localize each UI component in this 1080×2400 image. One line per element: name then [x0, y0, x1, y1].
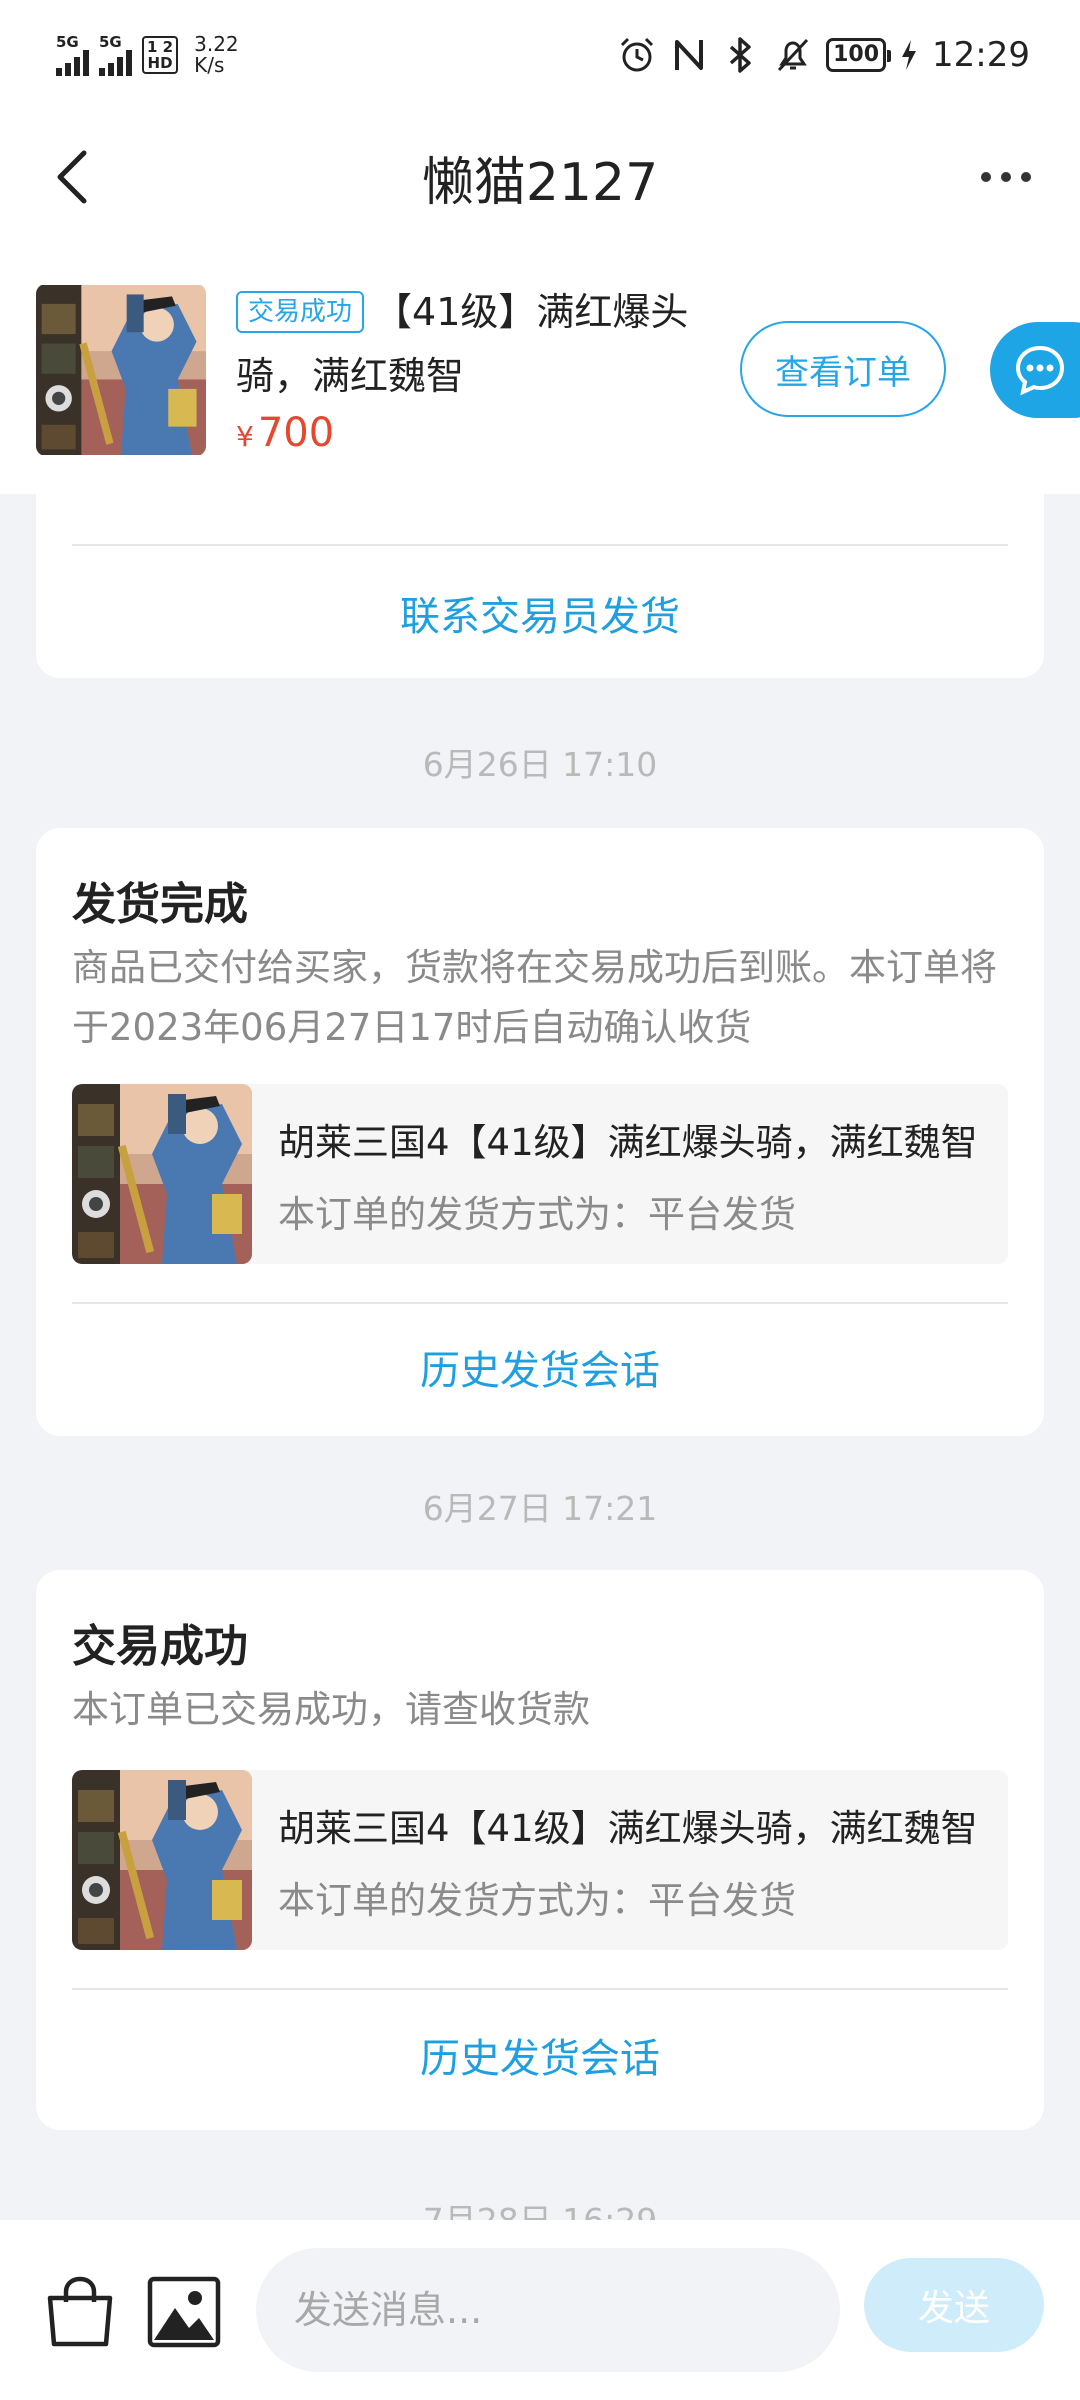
chevron-left-icon	[57, 150, 87, 204]
charging-icon	[900, 36, 918, 74]
more-options-button[interactable]	[968, 144, 1044, 210]
mute-icon	[774, 36, 812, 74]
signal-2-label: 5G	[99, 32, 122, 51]
item-name: 胡莱三国4【41级】满红爆头骑，满红魏智	[278, 1807, 978, 1850]
order-price: ¥700	[236, 408, 736, 462]
card-description: 本订单已交易成功，请查收货款	[72, 1688, 590, 1731]
trade-success-card: 交易成功 本订单已交易成功，请查收货款 胡莱三国4【41级】满红爆头骑，满红魏智…	[36, 1570, 1044, 2130]
message-timestamp: 6月26日 17:10	[422, 745, 658, 784]
more-dots-icon	[981, 172, 991, 182]
order-title-line: 交易成功 【41级】满红爆头骑，满红魏智	[236, 280, 736, 408]
item-thumbnail	[72, 1084, 252, 1264]
message-timestamp: 6月27日 17:21	[422, 1489, 658, 1528]
item-preview[interactable]: 胡莱三国4【41级】满红爆头骑，满红魏智 本订单的发货方式为：平台发货	[72, 1084, 1008, 1264]
card-description: 商品已交付给买家，货款将在交易成功后到账。本订单将于2023年06月27日17时…	[72, 946, 997, 1049]
signal-strength-icon: 5G	[99, 32, 132, 76]
price-currency: ¥	[236, 420, 254, 453]
card-divider	[72, 544, 1008, 546]
network-speed-unit: K/s	[194, 53, 225, 77]
item-preview[interactable]: 胡莱三国4【41级】满红爆头骑，满红魏智 本订单的发货方式为：平台发货	[72, 1770, 1008, 1950]
view-order-button[interactable]: 查看订单	[740, 321, 946, 417]
nfc-icon	[670, 36, 708, 74]
message-composer: 发送	[0, 2220, 1080, 2400]
card-divider	[72, 1988, 1008, 1990]
message-input[interactable]	[256, 2248, 840, 2372]
item-thumbnail	[72, 1770, 252, 1950]
clock-time: 12:29	[932, 35, 1030, 75]
item-name: 胡莱三国4【41级】满红爆头骑，满红魏智	[278, 1121, 978, 1164]
hd-voice-icon: 1 2 HD	[142, 36, 179, 74]
network-speed: 3.22 K/s	[194, 34, 239, 76]
card-divider	[72, 1302, 1008, 1304]
delivery-request-card: 联系交易员发货	[36, 494, 1044, 678]
network-speed-value: 3.22	[194, 32, 239, 56]
card-title: 交易成功	[72, 1621, 248, 1672]
image-picker-button[interactable]	[144, 2272, 224, 2352]
status-bar: 5G 5G 1 2 HD 3.22 K/s 100 12:29	[0, 0, 1080, 110]
order-info: 交易成功 【41级】满红爆头骑，满红魏智 ¥700	[236, 280, 736, 462]
hd-label: HD	[147, 54, 173, 72]
history-delivery-link[interactable]: 历史发货会话	[36, 2026, 1044, 2084]
message-list[interactable]: 联系交易员发货 6月26日 17:10 发货完成 商品已交付给买家，货款将在交易…	[0, 494, 1080, 2220]
message-timestamp: 7月28日 16:29	[0, 2194, 1080, 2220]
page-title: 懒猫2127	[421, 152, 659, 213]
chat-header: 懒猫2127	[0, 110, 1080, 244]
history-delivery-link[interactable]: 历史发货会话	[36, 1338, 1044, 1396]
delivery-method: 本订单的发货方式为：平台发货	[278, 1193, 796, 1236]
bluetooth-icon	[722, 36, 760, 74]
delivery-method: 本订单的发货方式为：平台发货	[278, 1879, 796, 1922]
shopping-bag-button[interactable]	[40, 2272, 120, 2352]
delivery-complete-card: 发货完成 商品已交付给买家，货款将在交易成功后到账。本订单将于2023年06月2…	[36, 828, 1044, 1436]
status-right: 100 12:29	[618, 35, 1030, 75]
battery-indicator: 100	[826, 38, 891, 72]
price-value: 700	[257, 410, 335, 456]
send-button[interactable]: 发送	[864, 2258, 1044, 2352]
order-summary-bar: 交易成功 【41级】满红爆头骑，满红魏智 ¥700 查看订单	[0, 244, 1080, 494]
chat-bubble-icon	[1015, 345, 1065, 396]
card-title: 发货完成	[72, 879, 248, 930]
alarm-icon	[618, 36, 656, 74]
order-thumbnail[interactable]	[36, 284, 206, 456]
image-icon	[147, 2276, 221, 2348]
status-left: 5G 5G 1 2 HD 3.22 K/s	[56, 34, 239, 76]
shopping-bag-icon	[47, 2276, 113, 2347]
back-button[interactable]	[42, 144, 102, 210]
hd-numbers: 1 2	[147, 38, 174, 56]
status-badge: 交易成功	[236, 291, 365, 333]
more-dot	[1021, 172, 1031, 182]
signal-1-label: 5G	[56, 32, 79, 51]
more-dot	[1001, 172, 1011, 182]
contact-trader-link[interactable]: 联系交易员发货	[36, 584, 1044, 642]
signal-strength-icon: 5G	[56, 32, 89, 76]
customer-service-button[interactable]	[990, 322, 1080, 418]
